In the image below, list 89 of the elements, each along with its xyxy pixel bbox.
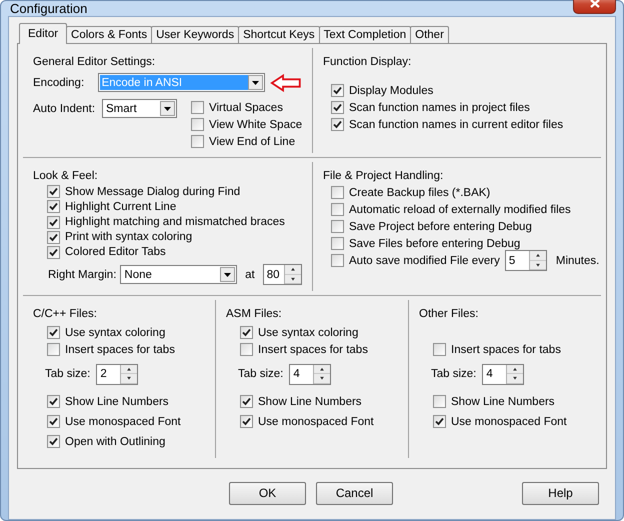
field-label: Auto Indent: — [33, 102, 96, 114]
tab-size-spinbox[interactable]: 2 — [96, 364, 138, 384]
window-title: Configuration — [9, 1, 88, 16]
checkbox-label: Print with syntax coloring — [65, 231, 192, 244]
checkbox-label: View White Space — [209, 118, 302, 130]
checkbox[interactable] — [240, 326, 253, 339]
section-title: Function Display: — [323, 56, 412, 68]
checkbox[interactable] — [240, 415, 253, 428]
field-label: Right Margin: — [48, 268, 116, 281]
checkbox-label: Show Line Numbers — [451, 396, 555, 408]
checkbox[interactable] — [331, 118, 344, 131]
caret-icon — [224, 272, 232, 277]
checkbox-label: Scan function names in current editor files — [349, 118, 564, 130]
field-label: Tab size: — [238, 368, 284, 380]
checkbox[interactable] — [47, 395, 60, 408]
checkbox[interactable] — [47, 415, 60, 428]
right-margin-spinbox[interactable]: 80 — [262, 264, 302, 286]
dialog-button[interactable]: OK — [229, 482, 306, 504]
checkbox-label: Use monospaced Font — [258, 416, 374, 428]
checkbox[interactable] — [47, 216, 60, 228]
checkbox[interactable] — [331, 203, 344, 216]
tab[interactable]: Editor — [19, 23, 68, 44]
checkbox-label: Open with Outlining — [65, 436, 166, 448]
checkbox[interactable] — [331, 254, 344, 267]
checkbox-label: Scan function names in project files — [349, 102, 530, 114]
checkbox[interactable] — [47, 185, 60, 198]
field-label: Encoding: — [33, 76, 86, 88]
checkbox-label: Colored Editor Tabs — [65, 246, 166, 258]
checkbox-label: Display Modules — [349, 84, 434, 96]
checkbox-label: Virtual Spaces — [209, 102, 283, 114]
field-label: Tab size: — [431, 368, 476, 380]
field-label: Tab size: — [45, 368, 90, 380]
checkbox-label: Show Line Numbers — [65, 396, 169, 408]
checkbox-label: Save Project before entering Debug — [349, 220, 532, 232]
checkbox[interactable] — [240, 395, 253, 408]
caret-icon — [164, 106, 171, 110]
checkbox-label: View End of Line — [209, 136, 296, 148]
checkbox[interactable] — [47, 246, 60, 259]
checkbox[interactable] — [47, 326, 60, 339]
checkbox[interactable] — [331, 84, 344, 97]
close-icon — [590, 0, 600, 8]
checkbox[interactable] — [191, 135, 204, 148]
tab[interactable]: Other — [410, 26, 449, 44]
dialog-button[interactable]: Cancel — [316, 482, 393, 504]
field-label: Minutes. — [556, 254, 600, 266]
checkbox[interactable] — [433, 343, 446, 356]
checkbox[interactable] — [191, 101, 204, 114]
section-title: Look & Feel: — [33, 170, 99, 182]
checkbox[interactable] — [47, 230, 60, 244]
checkbox-label: Use monospaced Font — [65, 416, 181, 428]
auto-save-spinbox[interactable]: 5 — [504, 250, 547, 271]
arrow-icon — [270, 72, 302, 92]
checkbox-label: Show Line Numbers — [258, 396, 362, 408]
checkbox-label: Auto save modified File every — [349, 254, 500, 266]
checkbox[interactable] — [433, 415, 446, 428]
tab-size-spinbox[interactable]: 4 — [289, 364, 332, 384]
checkbox[interactable] — [331, 186, 344, 199]
dialog-button[interactable]: Help — [522, 482, 599, 504]
checkbox[interactable] — [331, 220, 344, 233]
field-label: at — [245, 268, 255, 281]
checkbox-label: Show Message Dialog during Find — [65, 186, 240, 198]
section-title: Other Files: — [419, 308, 480, 320]
checkbox-label: Insert spaces for tabs — [258, 344, 368, 356]
checkbox-label: Insert spaces for tabs — [451, 344, 561, 356]
checkbox-label: Use syntax coloring — [65, 326, 166, 338]
right-margin-dropdown[interactable]: None — [120, 265, 238, 284]
checkbox-label: Highlight matching and mismatched braces — [65, 216, 285, 228]
checkbox[interactable] — [47, 343, 60, 356]
tab-size-spinbox[interactable]: 4 — [482, 364, 524, 384]
checkbox-label: Create Backup files (*.BAK) — [349, 186, 490, 198]
checkbox[interactable] — [191, 118, 204, 131]
section-title: C/C++ Files: — [33, 308, 98, 320]
section-title: File & Project Handling: — [323, 170, 444, 182]
checkbox[interactable] — [331, 101, 344, 114]
checkbox[interactable] — [331, 237, 344, 250]
checkbox-label: Use monospaced Font — [451, 416, 567, 428]
section-title: ASM Files: — [226, 308, 283, 320]
checkbox-label: Highlight Current Line — [65, 200, 176, 213]
checkbox-label: Automatic reload of externally modified files — [349, 204, 571, 216]
checkbox-label: Save Files before entering Debug — [349, 238, 520, 250]
caret-icon — [252, 80, 260, 84]
checkbox[interactable] — [47, 200, 60, 214]
checkbox[interactable] — [240, 343, 253, 356]
checkbox[interactable] — [433, 395, 446, 408]
checkbox[interactable] — [47, 435, 60, 448]
checkbox-label: Use syntax coloring — [258, 326, 358, 338]
checkbox-label: Insert spaces for tabs — [65, 344, 175, 356]
auto-indent-dropdown[interactable]: Smart — [102, 99, 177, 118]
section-title: General Editor Settings: — [33, 56, 156, 68]
